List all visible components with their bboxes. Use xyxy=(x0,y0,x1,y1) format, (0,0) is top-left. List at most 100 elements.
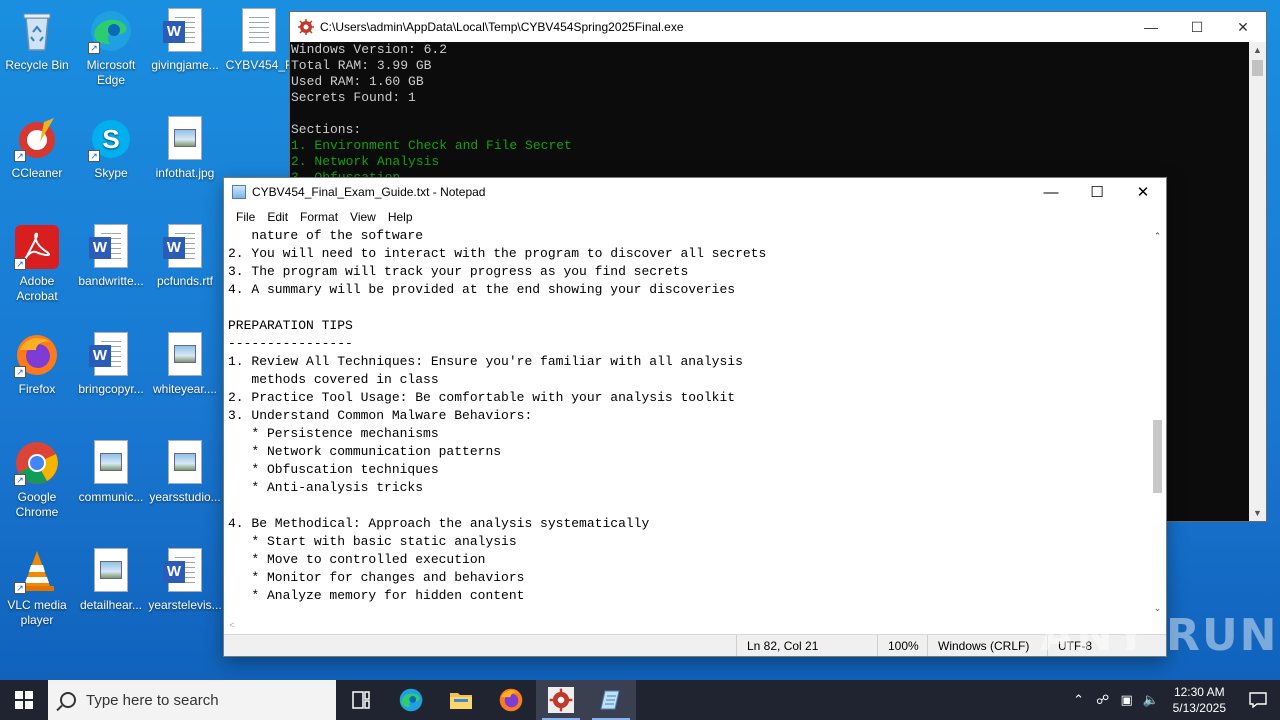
editor-content[interactable]: nature of the software 2. You will need … xyxy=(224,228,1149,605)
clock[interactable]: 12:30 AM 5/13/2025 xyxy=(1163,684,1236,716)
desktop-icon-microsoft-edge[interactable]: ↗ Microsoft Edge xyxy=(74,8,148,88)
desktop-icon-yearstelevis[interactable]: W yearstelevis... xyxy=(148,548,222,613)
volume-icon[interactable]: 🔈 xyxy=(1139,692,1163,708)
image-file-icon xyxy=(162,116,208,162)
desktop-icon-label: yearsstudio... xyxy=(149,490,221,504)
desktop-icon-google-chrome[interactable]: ↗ Google Chrome xyxy=(0,440,74,520)
task-view-button[interactable] xyxy=(336,680,386,720)
shortcut-arrow-icon: ↗ xyxy=(14,150,26,162)
desktop-icon-label: whiteyear.... xyxy=(152,382,218,396)
word-document-icon: W xyxy=(162,8,208,54)
maximize-button[interactable]: ☐ xyxy=(1174,12,1220,42)
minimize-button[interactable]: — xyxy=(1028,178,1074,206)
console-line: Used RAM: 1.60 GB xyxy=(291,74,424,89)
chevron-up-icon[interactable]: ⌃ xyxy=(1067,692,1091,708)
console-line: Sections: xyxy=(291,122,362,137)
word-document-icon: W xyxy=(88,332,134,378)
scroll-up-icon[interactable]: ⌃ xyxy=(1149,228,1166,244)
chrome-icon: ↗ xyxy=(14,440,60,486)
windows-logo-icon xyxy=(15,691,33,709)
console-scrollbar[interactable]: ▲ ▼ xyxy=(1249,42,1266,521)
notepad-icon xyxy=(600,690,620,710)
desktop-icon-infothat[interactable]: infothat.jpg xyxy=(148,116,222,181)
desktop-icon-label: Skype xyxy=(94,166,128,180)
taskbar-search[interactable]: Type here to search xyxy=(48,680,336,720)
notification-button[interactable] xyxy=(1236,692,1280,708)
console-titlebar[interactable]: C:\Users\admin\AppData\Local\Temp\CYBV45… xyxy=(290,12,1266,42)
desktop-icon-label: Adobe Acrobat xyxy=(16,274,58,303)
close-button[interactable]: ✕ xyxy=(1120,178,1166,206)
start-button[interactable] xyxy=(0,680,48,720)
taskbar-edge[interactable] xyxy=(386,680,436,720)
taskbar-file-explorer[interactable] xyxy=(436,680,486,720)
shortcut-arrow-icon: ↗ xyxy=(14,474,26,486)
desktop-icon-bandwritten[interactable]: W bandwritte... xyxy=(74,224,148,289)
anyrun-watermark: ANY RUN xyxy=(1040,610,1279,661)
firefox-icon: ↗ xyxy=(14,332,60,378)
scroll-up-icon[interactable]: ▲ xyxy=(1249,42,1266,58)
desktop-icon-communic[interactable]: communic... xyxy=(74,440,148,505)
ethernet-icon[interactable]: ▣ xyxy=(1115,692,1139,708)
taskbar-notepad[interactable] xyxy=(586,680,636,720)
edge-icon: ↗ xyxy=(88,8,134,54)
desktop-icon-whiteyear[interactable]: whiteyear.... xyxy=(148,332,222,397)
status-position: Ln 82, Col 21 xyxy=(736,635,877,656)
notepad-icon xyxy=(232,185,246,199)
word-document-icon: W xyxy=(88,224,134,270)
desktop-icon-givingjame[interactable]: W givingjame... xyxy=(148,8,222,73)
search-placeholder: Type here to search xyxy=(86,691,219,709)
maximize-button[interactable]: ☐ xyxy=(1074,178,1120,206)
console-output: Windows Version: 6.2 Total RAM: 3.99 GB … xyxy=(290,42,1266,186)
desktop-icon-label: yearstelevis... xyxy=(148,598,222,612)
recycle-bin-icon xyxy=(14,8,60,54)
vertical-scrollbar[interactable]: ⌃ ⌄ xyxy=(1149,228,1166,616)
desktop-icon-adobe-acrobat[interactable]: ↗ Adobe Acrobat xyxy=(0,224,74,304)
taskbar-console-app[interactable] xyxy=(536,680,586,720)
firefox-icon xyxy=(499,688,523,712)
desktop-icon-skype[interactable]: S ↗ Skype xyxy=(74,116,148,181)
menu-help[interactable]: Help xyxy=(382,210,419,224)
ccleaner-icon: ↗ xyxy=(14,116,60,162)
word-document-icon: W xyxy=(162,548,208,594)
desktop-icon-ccleaner[interactable]: ↗ CCleaner xyxy=(0,116,74,181)
menu-format[interactable]: Format xyxy=(294,210,344,224)
desktop-icon-detailhear[interactable]: detailhear... xyxy=(74,548,148,613)
word-document-icon: W xyxy=(162,224,208,270)
status-bar: Ln 82, Col 21 100% Windows (CRLF) UTF-8 xyxy=(224,634,1166,656)
desktop-icon-vlc[interactable]: ↗ VLC media player xyxy=(0,548,74,628)
desktop-icon-yearsstudio[interactable]: yearsstudio... xyxy=(148,440,222,505)
desktop-icon-cybv454-file[interactable]: CYBV454_F xyxy=(222,8,296,73)
vlc-cone-icon: ↗ xyxy=(14,548,60,594)
text-file-icon xyxy=(236,8,282,54)
desktop-icon-label: detailhear... xyxy=(79,598,143,612)
menu-edit[interactable]: Edit xyxy=(261,210,294,224)
desktop-icon-pcfunds[interactable]: W pcfunds.rtf xyxy=(148,224,222,289)
desktop-icon-label: bandwritte... xyxy=(78,274,144,288)
scroll-down-icon[interactable]: ▼ xyxy=(1249,505,1266,521)
desktop-icon-label: infothat.jpg xyxy=(155,166,215,180)
text-editor[interactable]: nature of the software 2. You will need … xyxy=(224,228,1149,616)
minimize-button[interactable]: — xyxy=(1128,12,1174,42)
taskbar-firefox[interactable] xyxy=(486,680,536,720)
shortcut-arrow-icon: ↗ xyxy=(14,258,26,270)
notepad-titlebar[interactable]: CYBV454_Final_Exam_Guide.txt - Notepad —… xyxy=(224,178,1166,206)
desktop-icon-label: bringcopyr... xyxy=(78,382,144,396)
close-button[interactable]: ✕ xyxy=(1220,12,1266,42)
scroll-thumb[interactable] xyxy=(1252,60,1263,76)
network-status-icon[interactable]: ☍ xyxy=(1091,692,1115,708)
image-file-icon xyxy=(88,440,134,486)
scroll-left-icon[interactable]: < xyxy=(224,616,240,634)
horizontal-scrollbar[interactable]: < xyxy=(224,616,1149,634)
desktop-icon-bringcopyr[interactable]: W bringcopyr... xyxy=(74,332,148,397)
desktop-icon-recycle-bin[interactable]: Recycle Bin xyxy=(0,8,74,73)
menu-file[interactable]: File xyxy=(230,210,261,224)
scroll-thumb[interactable] xyxy=(1153,420,1162,493)
menu-view[interactable]: View xyxy=(344,210,382,224)
desktop-icon-firefox[interactable]: ↗ Firefox xyxy=(0,332,74,397)
notification-icon xyxy=(1249,692,1267,708)
malware-app-icon xyxy=(298,19,314,35)
notepad-window[interactable]: CYBV454_Final_Exam_Guide.txt - Notepad —… xyxy=(223,177,1167,657)
console-title: C:\Users\admin\AppData\Local\Temp\CYBV45… xyxy=(320,20,684,34)
taskbar: Type here to search ⌃ ☍ ▣ 🔈 12:30 AM 5/1… xyxy=(0,680,1280,720)
console-line: Total RAM: 3.99 GB xyxy=(291,58,432,73)
